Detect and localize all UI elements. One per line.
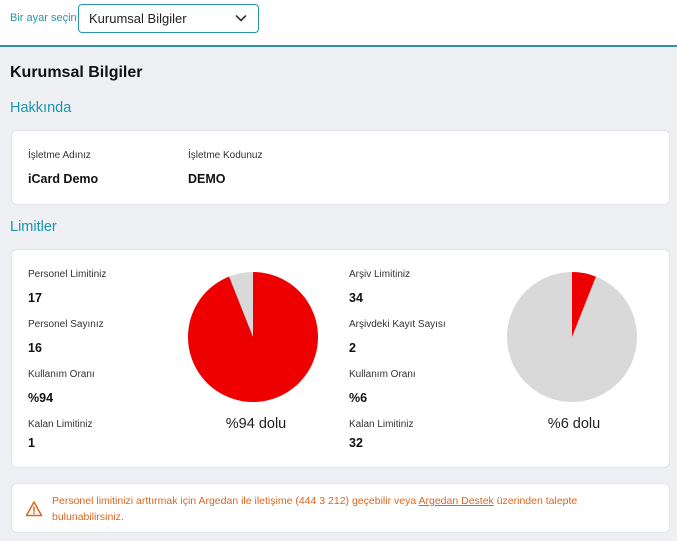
archive-count-label: Arşivdeki Kayıt Sayısı bbox=[349, 319, 446, 330]
business-code-label: İşletme Kodunuz bbox=[188, 150, 263, 161]
personnel-limit-value: 17 bbox=[28, 291, 42, 305]
personnel-usage-label: Kullanım Oranı bbox=[28, 369, 95, 380]
business-code-value: DEMO bbox=[188, 172, 226, 186]
archive-remaining-label: Kalan Limitiniz bbox=[349, 419, 414, 430]
personnel-usage-value: %94 bbox=[28, 391, 54, 405]
settings-select-label: Bir ayar seçin bbox=[10, 12, 77, 24]
personnel-count-label: Personel Sayınız bbox=[28, 319, 104, 330]
archive-limit-label: Arşiv Limitiniz bbox=[349, 269, 411, 280]
archive-remaining-value: 32 bbox=[349, 436, 363, 450]
archive-usage-value: %6 bbox=[349, 391, 368, 405]
archive-count-value: 2 bbox=[349, 341, 356, 355]
settings-select[interactable]: Kurumsal Bilgiler bbox=[78, 4, 259, 33]
business-name-label: İşletme Adınız bbox=[28, 150, 91, 161]
about-card: İşletme Adınız iCard Demo İşletme Kodunu… bbox=[11, 130, 670, 205]
argedan-support-link[interactable]: Argedan Destek bbox=[419, 495, 494, 507]
limits-card: Personel Limitiniz 17 Personel Sayınız 1… bbox=[11, 249, 670, 468]
business-name-value: iCard Demo bbox=[28, 172, 99, 186]
settings-select-value: Kurumsal Bilgiler bbox=[89, 11, 187, 26]
chevron-down-icon bbox=[235, 15, 247, 22]
page-title: Kurumsal Bilgiler bbox=[10, 64, 143, 81]
personnel-pie-used-slice bbox=[188, 272, 318, 402]
settings-topbar: Bir ayar seçin Kurumsal Bilgiler bbox=[0, 0, 677, 47]
personnel-limit-label: Personel Limitiniz bbox=[28, 269, 107, 280]
personnel-count-value: 16 bbox=[28, 341, 42, 355]
personnel-usage-pie bbox=[188, 272, 318, 402]
personnel-remaining-label: Kalan Limitiniz bbox=[28, 419, 93, 430]
warning-icon bbox=[25, 501, 43, 517]
alert-text-before: Personel limitinizi arttırmak için Arged… bbox=[52, 495, 419, 507]
personnel-remaining-value: 1 bbox=[28, 436, 35, 450]
archive-limit-value: 34 bbox=[349, 291, 363, 305]
limits-section-title: Limitler bbox=[10, 219, 57, 235]
archive-usage-label: Kullanım Oranı bbox=[349, 369, 416, 380]
archive-usage-pie bbox=[507, 272, 637, 402]
personnel-pie-caption: %94 dolu bbox=[225, 416, 287, 432]
about-section-title: Hakkında bbox=[10, 100, 72, 116]
archive-pie-caption: %6 dolu bbox=[547, 416, 601, 432]
limit-info-alert: Personel limitinizi arttırmak için Arged… bbox=[11, 483, 670, 533]
alert-message: Personel limitinizi arttırmak için Arged… bbox=[52, 493, 642, 525]
